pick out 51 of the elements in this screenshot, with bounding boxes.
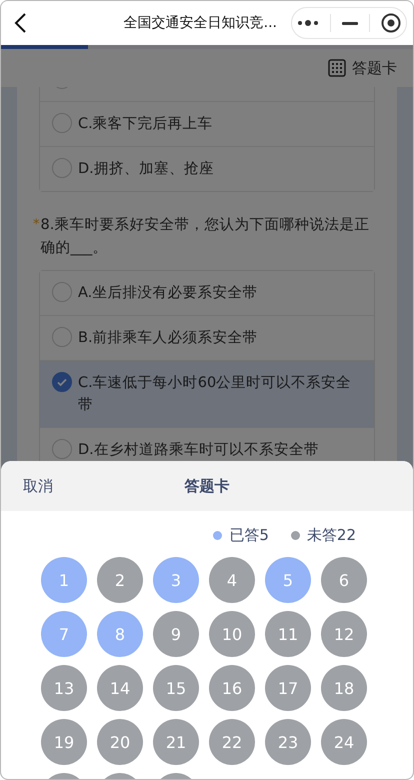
question-text: 8.乘车时要系好安全带，您认为下面哪种说法是正确的___。 [40, 216, 370, 258]
question-number[interactable]: 22 [209, 719, 255, 765]
option-label: D.在乡村道路乘车时可以不系安全带 [78, 440, 319, 460]
question-number[interactable]: 1 [41, 557, 87, 603]
window-title: 全国交通安全日知识竞... [122, 14, 278, 32]
close-icon[interactable] [380, 13, 401, 33]
radio-button[interactable] [52, 158, 72, 178]
more-icon[interactable] [297, 19, 320, 27]
check-icon [56, 376, 68, 388]
cancel-button[interactable]: 取消 [1, 476, 53, 496]
radio-button[interactable] [52, 113, 72, 133]
radio-button[interactable] [52, 327, 72, 347]
sheet-title: 答题卡 [184, 476, 230, 496]
answer-option[interactable]: C.车速低于每小时60公里时可以不系安全带 [40, 360, 374, 427]
answer-card-button[interactable]: 答题卡 [328, 58, 397, 78]
question-number[interactable]: 11 [265, 611, 311, 657]
option-label: A.坐后排没有必要系安全带 [78, 284, 258, 303]
question-number[interactable]: 8 [97, 611, 143, 657]
checked-radio[interactable] [52, 372, 72, 392]
option-label: C.车速低于每小时60公里时可以不系安全带 [78, 374, 352, 415]
answer-option[interactable]: D.拥挤、加塞、抢座 [40, 146, 374, 191]
question-number[interactable]: 21 [153, 719, 199, 765]
question-number[interactable]: 19 [41, 719, 87, 765]
question-number[interactable]: 14 [97, 665, 143, 711]
radio-button[interactable] [52, 439, 72, 459]
radio-button[interactable] [52, 282, 72, 302]
grid-icon [328, 59, 346, 77]
question-number[interactable]: 6 [321, 557, 367, 603]
option-label: C.乘客下完后再上车 [78, 114, 213, 134]
question-number[interactable]: 16 [209, 665, 255, 711]
question-number[interactable]: 12 [321, 611, 367, 657]
option-label: D.拥挤、加塞、抢座 [78, 160, 214, 179]
question-number[interactable]: 18 [321, 665, 367, 711]
question-number[interactable]: 2 [97, 557, 143, 603]
question-number[interactable]: 20 [97, 719, 143, 765]
question-number[interactable]: 5 [265, 557, 311, 603]
question-number[interactable]: 4 [209, 557, 255, 603]
question-number[interactable]: 15 [153, 665, 199, 711]
question-number[interactable]: 3 [153, 557, 199, 603]
question-number[interactable]: 13 [41, 665, 87, 711]
question-number[interactable]: 17 [265, 665, 311, 711]
legend-label: 已答5 [229, 526, 269, 544]
question-number[interactable]: 24 [321, 719, 367, 765]
question-number[interactable]: 10 [209, 611, 255, 657]
question-number[interactable]: 9 [153, 611, 199, 657]
minimize-icon[interactable] [342, 22, 358, 24]
option-label: B.前排乘车人必须系安全带 [78, 328, 258, 348]
legend-label: 未答22 [306, 526, 356, 544]
question-number[interactable]: 7 [41, 611, 87, 657]
question-number[interactable]: 23 [265, 719, 311, 765]
required-mark: * [33, 216, 40, 234]
